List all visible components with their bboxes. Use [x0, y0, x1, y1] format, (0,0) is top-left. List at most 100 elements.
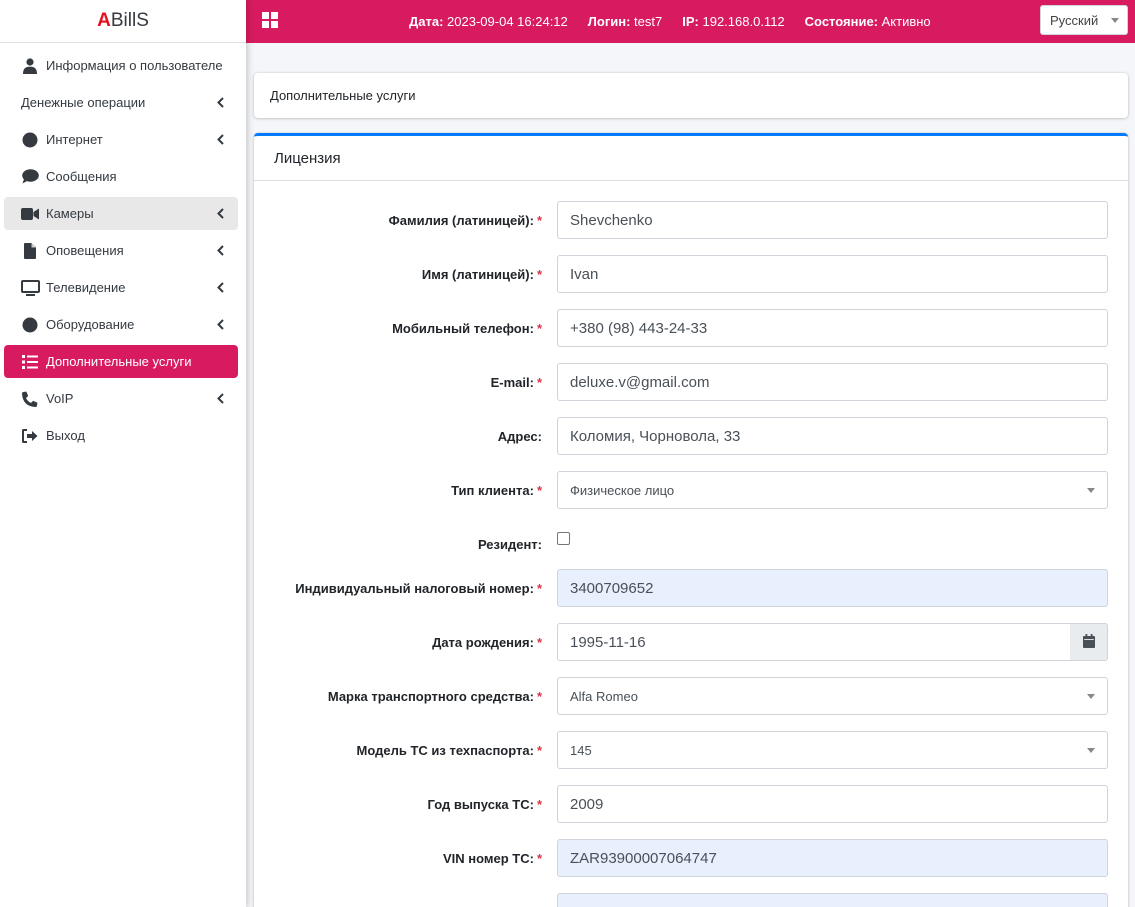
email-input[interactable]: deluxe.v@gmail.com [557, 363, 1108, 401]
required-mark: * [536, 482, 542, 498]
language-value: Русский [1050, 12, 1099, 28]
vehicle-year-input[interactable]: 2009 [557, 785, 1108, 823]
file-icon [20, 242, 40, 260]
lastname-label: Фамилия (латиницей): * [389, 201, 542, 239]
sidebar-item-logout[interactable]: Выход [4, 419, 238, 452]
sidebar-item-label: Оборудование [46, 317, 135, 332]
required-mark: * [536, 212, 542, 228]
vin-input[interactable]: ZAR93900007064747 [557, 839, 1108, 877]
address-input[interactable]: Коломия, Чорновола, 33 [557, 417, 1108, 455]
required-mark: * [536, 796, 542, 812]
firstname-value: Ivan [570, 265, 599, 283]
card-title-text: Лицензия [274, 149, 341, 167]
vehicle-year-label-text: Год выпуска ТС: [427, 796, 534, 812]
caret-down-icon [1087, 748, 1095, 753]
caret-down-icon [1087, 488, 1095, 493]
client-type-select[interactable]: Физическое лицо [557, 471, 1108, 509]
vehicle-year-value: 2009 [570, 795, 604, 813]
login-label: Логин: [587, 14, 631, 29]
form-row-lastname: Фамилия (латиницей): * Shevchenko [254, 201, 1128, 239]
brand-logo[interactable]: A BillS [0, 0, 246, 43]
address-label-text: Адрес: [497, 428, 542, 444]
form-row-email: E-mail: * deluxe.v@gmail.com [254, 363, 1128, 401]
client-type-value: Физическое лицо [570, 482, 675, 498]
chevron-left-icon [217, 133, 224, 148]
required-mark: * [536, 266, 542, 282]
sidebar-item-equipment[interactable]: Оборудование [4, 308, 238, 341]
sidebar-item-user-info[interactable]: Информация о пользователе [4, 49, 238, 82]
sidebar-item-cameras[interactable]: Камеры [4, 197, 238, 230]
caret-down-icon [1111, 18, 1119, 23]
login-value: test7 [634, 14, 663, 29]
address-label: Адрес: [498, 417, 542, 455]
ip-info: IP: 192.168.0.112 [682, 14, 784, 29]
required-mark: * [536, 688, 542, 704]
resident-checkbox[interactable] [557, 532, 570, 545]
vehicle-brand-select[interactable]: Alfa Romeo [557, 677, 1108, 715]
sidebar-item-messages[interactable]: Сообщения [4, 160, 238, 193]
calendar-button[interactable] [1070, 623, 1108, 661]
vehicle-brand-label-text: Марка транспортного средства: [327, 688, 534, 704]
required-mark: * [536, 374, 542, 390]
email-label-text: E-mail: [490, 374, 534, 390]
status-value: Активно [881, 14, 931, 29]
firstname-input[interactable]: Ivan [557, 255, 1108, 293]
sidebar-item-label: Информация о пользователе [46, 58, 223, 73]
circle-icon [20, 316, 40, 334]
firstname-label-text: Имя (латиницей): [421, 266, 534, 282]
chevron-left-icon [217, 207, 224, 222]
sidebar-item-label: Выход [46, 428, 85, 443]
client-type-label-text: Тип клиента: [451, 482, 534, 498]
lastname-input[interactable]: Shevchenko [557, 201, 1108, 239]
required-mark: * [536, 742, 542, 758]
tax-number-label: Индивидуальный налоговый номер: * [295, 569, 542, 607]
resident-label: Резидент: [478, 525, 542, 563]
vehicle-model-label-text: Модель ТС из техпаспорта: [356, 742, 534, 758]
chevron-left-icon [217, 318, 224, 333]
sidebar-item-voip[interactable]: VoIP [4, 382, 238, 415]
video-camera-icon [20, 205, 40, 223]
sidebar-item-tv[interactable]: Телевидение [4, 271, 238, 304]
address-value: Коломия, Чорновола, 33 [570, 427, 741, 445]
form-row-next-partial: * [254, 893, 1128, 907]
sidebar-item-internet[interactable]: Интернет [4, 123, 238, 156]
sidebar-item-label: Денежные операции [21, 95, 146, 110]
next-field-input[interactable] [557, 893, 1108, 907]
phone-label-text: Мобильный телефон: [392, 320, 534, 336]
sidebar-nav: Информация о пользователе Денежные опера… [0, 43, 246, 452]
vehicle-model-select[interactable]: 145 [557, 731, 1108, 769]
calendar-icon [1082, 633, 1095, 651]
license-card: Лицензия Фамилия (латиницей): * Shevchenk… [254, 133, 1128, 907]
birth-date-input[interactable]: 1995-11-16 [557, 623, 1071, 661]
form-row-vin: VIN номер ТС: * ZAR93900007064747 [254, 839, 1128, 877]
tv-icon [20, 279, 40, 297]
ip-value: 192.168.0.112 [702, 14, 785, 29]
email-value: deluxe.v@gmail.com [570, 373, 710, 391]
brand-logo-text: BillS [110, 10, 149, 31]
tax-number-value: 3400709652 [570, 579, 654, 597]
vehicle-model-label: Модель ТС из техпаспорта: * [357, 731, 542, 769]
sidebar-item-label: Сообщения [46, 169, 117, 184]
form-row-resident: Резидент: [254, 525, 1128, 563]
sidebar-item-label: Дополнительные услуги [46, 354, 192, 369]
form-row-phone: Мобильный телефон: * +380 (98) 443-24-33 [254, 309, 1128, 347]
next-field-label: * [534, 893, 542, 907]
form-row-tax-number: Индивидуальный налоговый номер: * 3400709… [254, 569, 1128, 607]
resident-label-text: Резидент: [477, 536, 542, 552]
phone-input[interactable]: +380 (98) 443-24-33 [557, 309, 1108, 347]
birth-date-label: Дата рождения: * [432, 623, 542, 661]
date-value: 2023-09-04 16:24:12 [447, 14, 568, 29]
sidebar-item-additional-services[interactable]: Дополнительные услуги [4, 345, 238, 378]
sidebar: A BillS Информация о пользователе Денежны… [0, 0, 246, 907]
vin-value: ZAR93900007064747 [570, 849, 717, 867]
email-label: E-mail: * [491, 363, 542, 401]
language-select[interactable]: Русский [1040, 5, 1128, 35]
tax-number-input[interactable]: 3400709652 [557, 569, 1108, 607]
phone-label: Мобильный телефон: * [392, 309, 542, 347]
sidebar-item-money-operations[interactable]: Денежные операции [4, 86, 238, 119]
sidebar-item-notifications[interactable]: Оповещения [4, 234, 238, 267]
required-mark: * [536, 634, 542, 650]
grid-menu-icon[interactable] [262, 12, 278, 31]
form-row-birth-date: Дата рождения: * 1995-11-16 [254, 623, 1128, 661]
comment-icon [20, 168, 40, 186]
